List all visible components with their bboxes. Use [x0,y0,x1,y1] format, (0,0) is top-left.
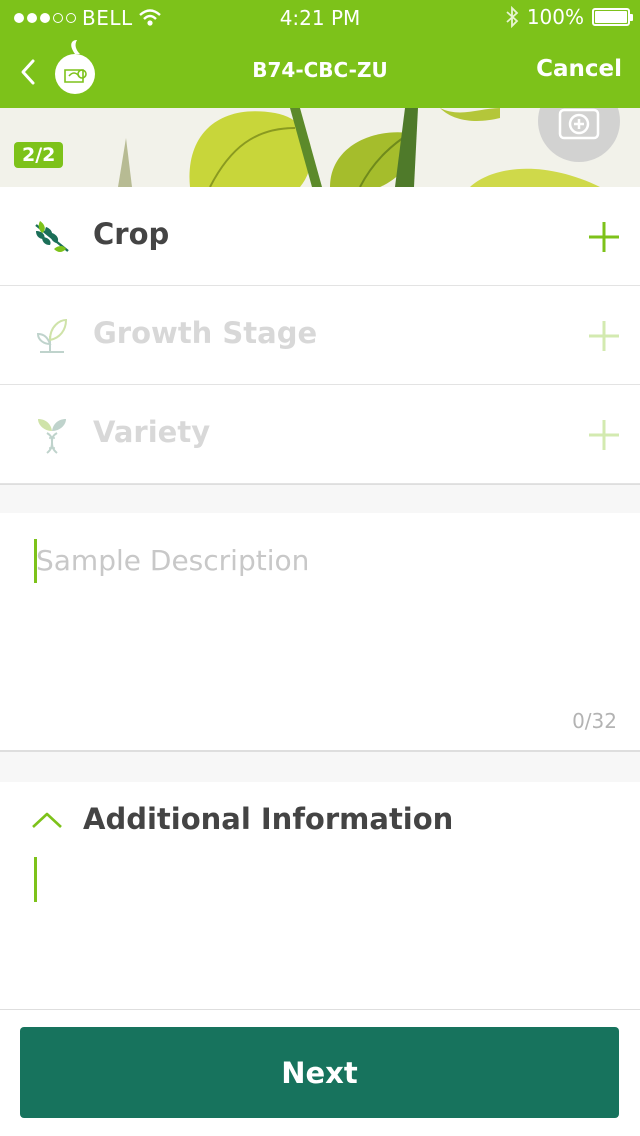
crop-label: Crop [93,217,170,251]
growth-stage-field[interactable]: Growth Stage [0,286,640,385]
footer: Next [0,1010,640,1136]
description-placeholder: Sample Description [36,544,310,577]
cancel-button[interactable]: Cancel [536,56,622,82]
page-indicator-badge: 2/2 [14,142,64,168]
additional-info-cursor [34,857,37,902]
add-photo-icon [558,108,600,140]
variety-field[interactable]: Variety [0,385,640,484]
photo-banner[interactable]: 2/2 [0,108,640,187]
add-variety-button[interactable] [586,417,622,453]
character-counter: 0/32 [572,709,617,733]
header: BELL 4:21 PM 100% B74-CBC-ZU Cancel [0,0,640,108]
battery-icon [592,8,633,26]
section-divider [0,484,640,513]
next-button[interactable]: Next [20,1027,619,1118]
sample-description-input[interactable]: Sample Description 0/32 [0,513,640,751]
dna-plant-icon [38,419,66,454]
wheat-icon [35,221,69,252]
add-photo-button[interactable] [538,108,620,162]
growth-stage-label: Growth Stage [93,316,318,350]
chevron-up-icon[interactable] [31,810,63,830]
sprout-icon [36,318,68,353]
crop-field[interactable]: Crop [0,187,640,286]
additional-information-title[interactable]: Additional Information [83,802,453,836]
add-crop-button[interactable] [586,219,622,255]
nav-bar: B74-CBC-ZU Cancel [0,34,640,108]
add-growth-stage-button[interactable] [586,318,622,354]
variety-label: Variety [93,415,211,449]
status-right: 100% [505,5,633,29]
status-bar: BELL 4:21 PM 100% [0,0,640,34]
bluetooth-icon [506,6,519,28]
section-divider [0,751,640,782]
battery-percent: 100% [526,5,584,29]
additional-information-section[interactable]: Additional Information [0,782,640,1010]
